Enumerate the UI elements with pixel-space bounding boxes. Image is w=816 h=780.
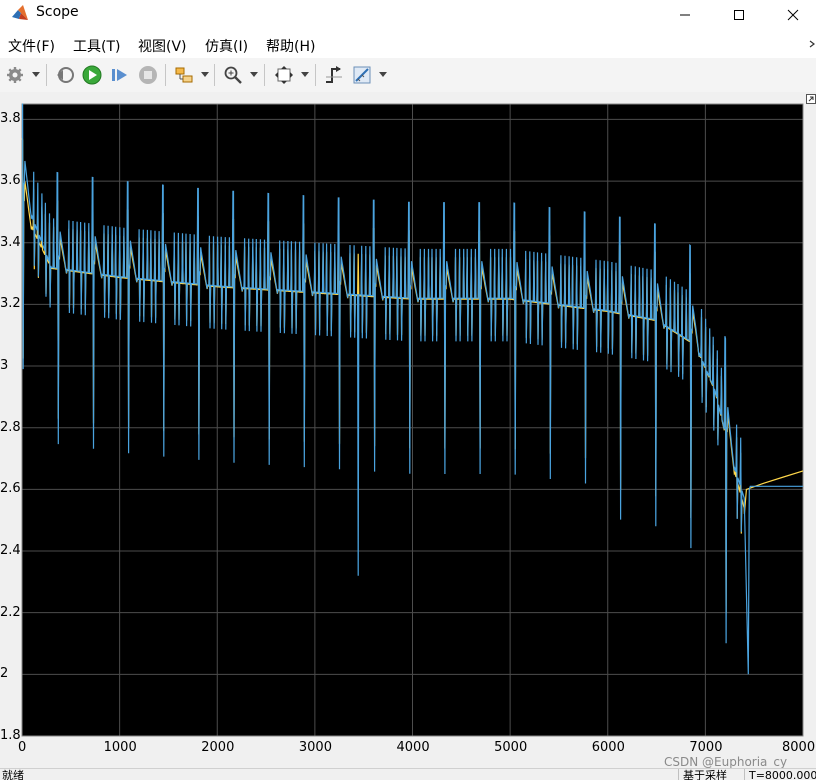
y-tick-label: 2.6: [0, 481, 21, 497]
step-forward-button[interactable]: [109, 64, 131, 86]
x-tick-label: 7000: [689, 740, 723, 755]
stop-button[interactable]: [137, 64, 159, 86]
x-tick-label: 4000: [396, 740, 430, 755]
menu-view[interactable]: 视图(V): [138, 36, 187, 56]
triggers-button[interactable]: [323, 64, 345, 86]
step-back-button[interactable]: [54, 64, 76, 86]
fit-to-view-icon: [275, 66, 293, 84]
highlight-block-button[interactable]: [173, 64, 195, 86]
y-tick-label: 3.6: [0, 173, 21, 189]
fit-to-view-button[interactable]: [273, 64, 295, 86]
status-ready: 就绪: [2, 769, 24, 780]
cursor-measure-icon: [353, 66, 371, 84]
minimize-icon: [680, 14, 690, 16]
menu-tools[interactable]: 工具(T): [73, 36, 120, 56]
step-forward-icon: [112, 69, 127, 81]
highlight-block-icon: [175, 67, 193, 83]
watermark-text: CSDN @Euphoria_cy: [664, 755, 788, 769]
y-tick-label: 3.8: [0, 111, 21, 127]
stop-icon: [139, 66, 157, 84]
run-button[interactable]: [81, 64, 103, 86]
highlight-dropdown-icon[interactable]: [201, 72, 209, 78]
cursor-measure-button[interactable]: [351, 64, 373, 86]
x-tick-label: 5000: [494, 740, 528, 755]
toolbar-separator: [165, 64, 166, 86]
y-tick-label: 3.2: [0, 296, 21, 312]
zoom-icon: [224, 66, 242, 84]
minimize-button[interactable]: [662, 0, 708, 30]
fit-dropdown-icon[interactable]: [301, 72, 309, 78]
toolbar-separator: [214, 64, 215, 86]
menu-bar: 文件(F) 工具(T) 视图(V) 仿真(I) 帮助(H): [0, 30, 816, 58]
scope-plot[interactable]: [0, 92, 816, 768]
y-tick-label: 2: [0, 666, 9, 682]
toolbar-separator: [46, 64, 47, 86]
y-tick-label: 2.8: [0, 419, 21, 435]
window-title: Scope: [36, 4, 79, 20]
matlab-icon: [12, 5, 28, 20]
y-tick-label: 2.2: [0, 604, 21, 620]
status-bar: 就绪 基于采样 T=8000.000: [0, 768, 816, 780]
close-button[interactable]: [770, 0, 816, 30]
y-tick-label: 2.4: [0, 543, 21, 559]
collapse-menu-icon[interactable]: [806, 38, 816, 50]
status-sample-mode: 基于采样: [678, 769, 745, 780]
x-tick-label: 2000: [201, 740, 235, 755]
measure-dropdown-icon[interactable]: [379, 72, 387, 78]
scope-display[interactable]: 1.8 2 2.2 2.4 2.6 2.8 3 3.2 3.4 3.6 3.8 0 1000 2000 30…: [0, 92, 816, 768]
y-tick-label: 3.4: [0, 234, 21, 250]
menu-help[interactable]: 帮助(H): [266, 36, 315, 56]
settings-dropdown-icon[interactable]: [32, 72, 40, 78]
title-bar: Scope: [0, 0, 816, 30]
run-icon: [82, 65, 102, 85]
y-tick-label: 3: [0, 358, 9, 374]
close-icon: [787, 9, 799, 21]
menu-file[interactable]: 文件(F): [8, 36, 55, 56]
zoom-button[interactable]: [222, 64, 244, 86]
settings-button[interactable]: [4, 64, 26, 86]
toolbar-separator: [264, 64, 265, 86]
x-tick-label: 0: [18, 740, 27, 755]
triggers-icon: [326, 66, 342, 83]
x-tick-label: 3000: [298, 740, 332, 755]
maximize-button[interactable]: [716, 0, 762, 30]
toolbar: [0, 58, 816, 93]
status-sim-time: T=8000.000: [744, 769, 816, 780]
x-tick-label: 6000: [591, 740, 625, 755]
toolbar-separator: [315, 64, 316, 86]
maximize-icon: [734, 10, 744, 20]
x-tick-label: 1000: [103, 740, 137, 755]
menu-simulation[interactable]: 仿真(I): [205, 36, 248, 56]
settings-icon: [7, 67, 23, 83]
x-tick-label: 8000: [782, 740, 816, 755]
zoom-dropdown-icon[interactable]: [250, 72, 258, 78]
step-back-icon: [57, 67, 74, 83]
undock-icon[interactable]: [806, 94, 816, 104]
